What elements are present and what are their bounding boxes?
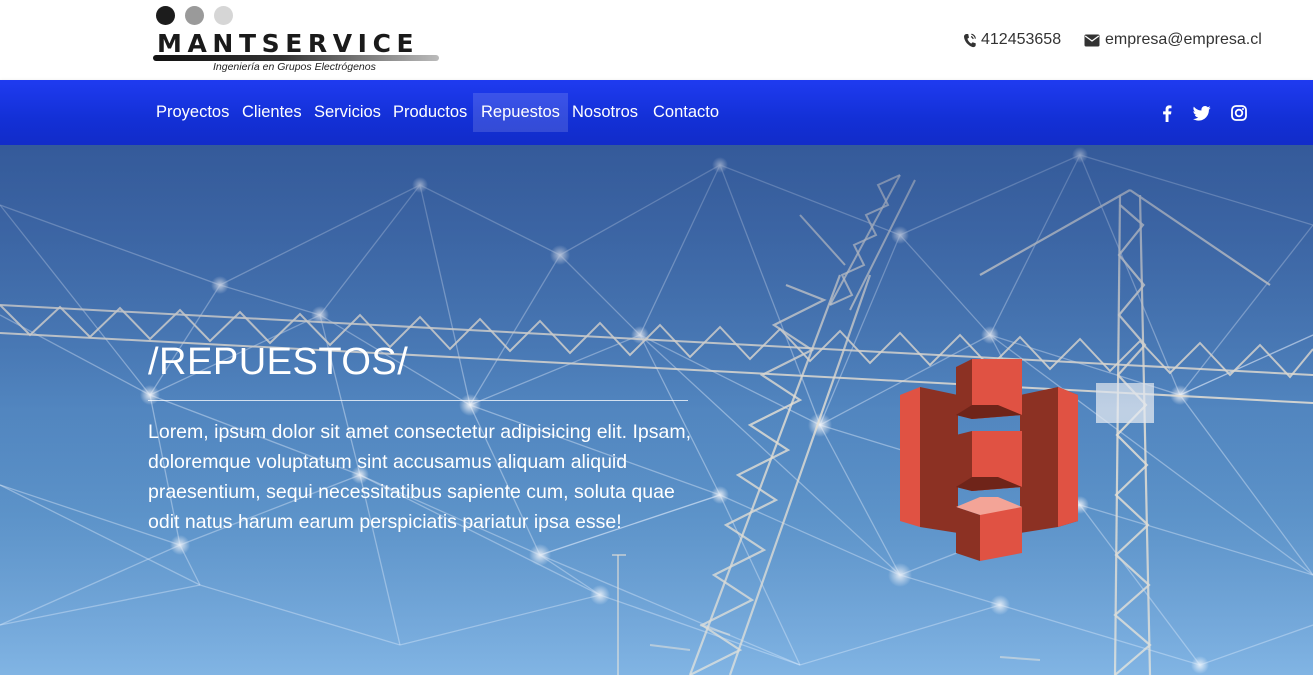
brand-tagline: Ingeniería en Grupos Electrógenos: [213, 61, 376, 73]
hero-title: /REPUESTOS/: [148, 341, 409, 383]
envelope-icon: [1084, 34, 1100, 46]
email-address: empresa@empresa.cl: [1105, 31, 1262, 48]
nav-item-productos[interactable]: Productos: [385, 93, 475, 132]
nav-item-proyectos[interactable]: Proyectos: [148, 93, 237, 132]
nav-item-servicios[interactable]: Servicios: [306, 93, 389, 132]
nav-item-repuestos[interactable]: Repuestos: [473, 93, 568, 132]
hero-divider: [148, 400, 688, 401]
top-header: MANTSERVICE Ingeniería en Grupos Electró…: [0, 0, 1313, 80]
logo-dot-light: [214, 6, 233, 25]
phone-number: 412453658: [981, 31, 1062, 48]
storage-blocks-icon: [900, 359, 1078, 561]
contact-email[interactable]: empresa@empresa.cl: [1084, 30, 1262, 50]
twitter-icon[interactable]: [1191, 102, 1213, 124]
logo-dot-mid: [185, 6, 204, 25]
hero-description: Lorem, ipsum dolor sit amet consectetur …: [148, 421, 691, 533]
brand-logo[interactable]: MANTSERVICE Ingeniería en Grupos Electró…: [153, 5, 443, 77]
nav-item-nosotros[interactable]: Nosotros: [564, 93, 646, 132]
facebook-icon[interactable]: [1156, 102, 1178, 124]
main-navbar: Proyectos Clientes Servicios Productos R…: [0, 80, 1313, 145]
phone-icon: [963, 33, 976, 47]
crane-network-background: [0, 145, 1313, 675]
logo-dot-dark: [156, 6, 175, 25]
nav-item-contacto[interactable]: Contacto: [645, 93, 727, 132]
nav-item-clientes[interactable]: Clientes: [234, 93, 310, 132]
instagram-icon[interactable]: [1228, 102, 1250, 124]
contact-phone[interactable]: 412453658: [963, 30, 1061, 50]
hero-banner: /REPUESTOS/ Lorem, ipsum dolor sit amet …: [0, 145, 1313, 675]
